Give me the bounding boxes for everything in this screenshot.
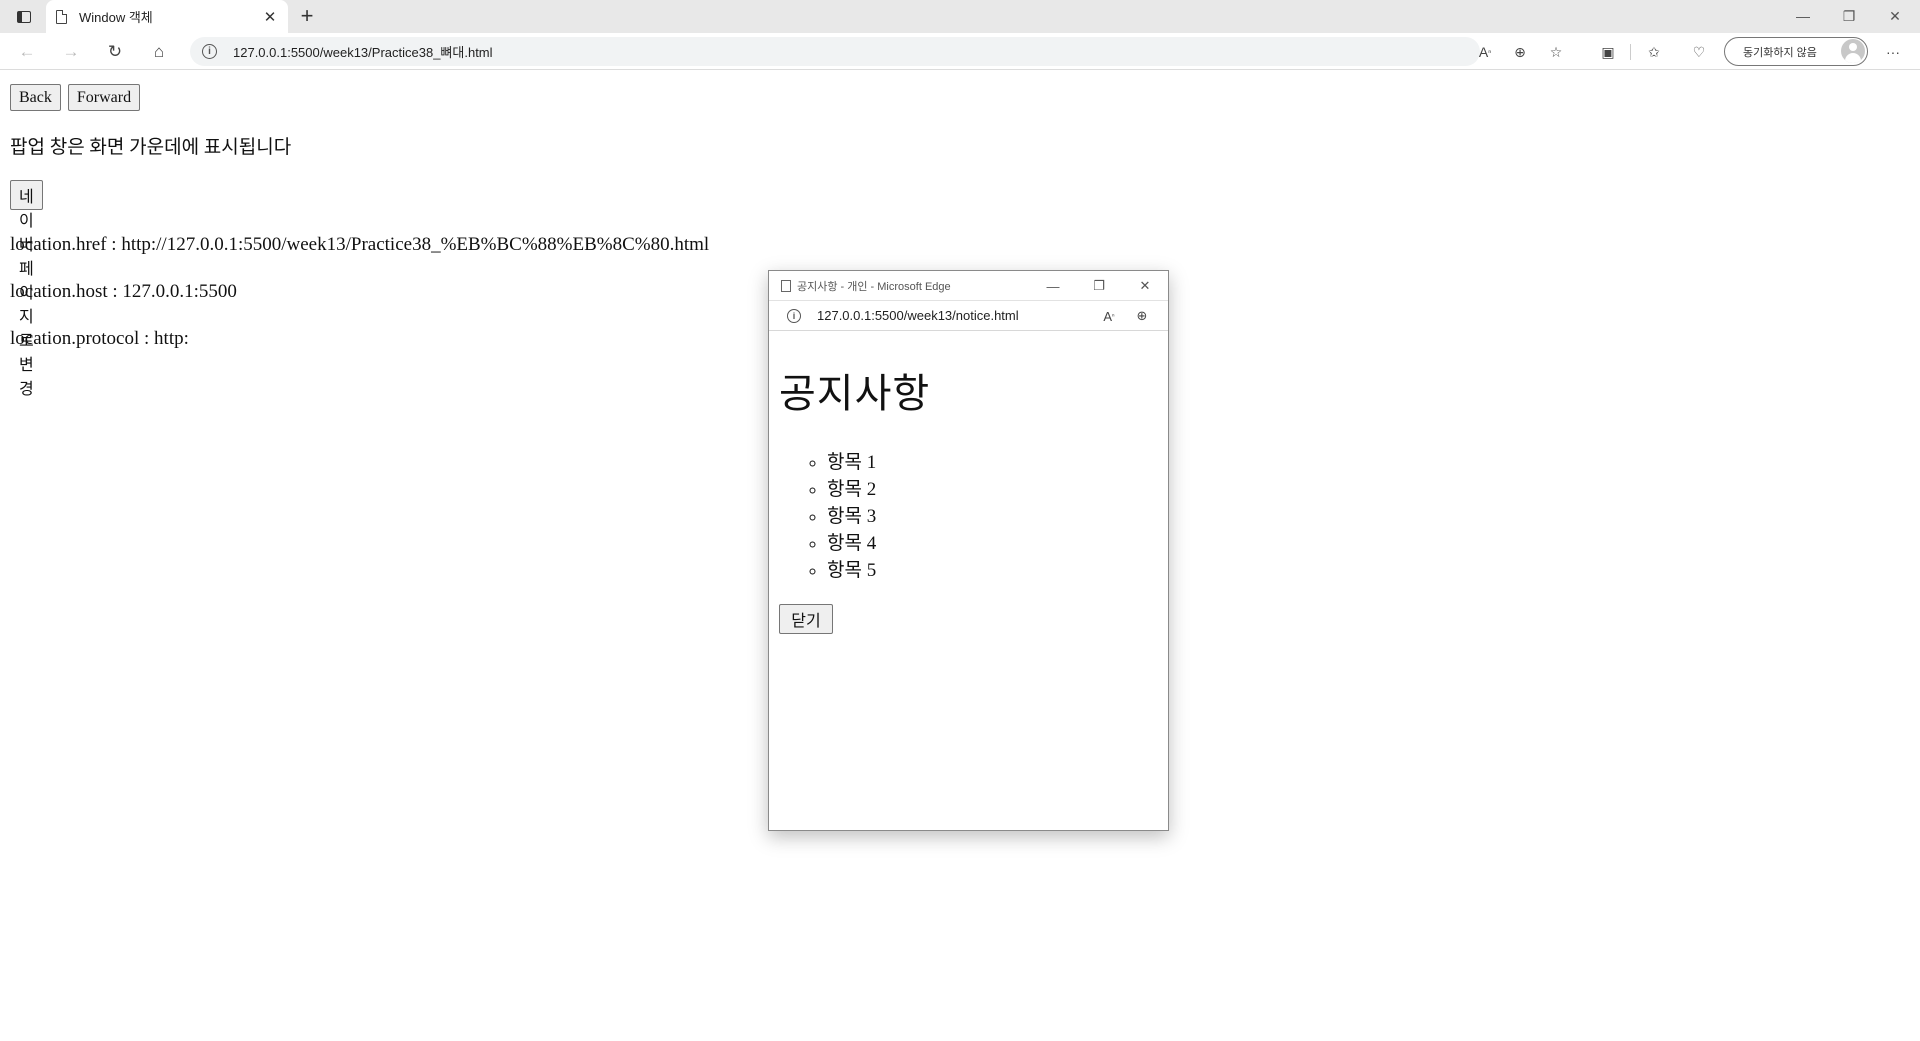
back-arrow-icon[interactable]: ← [14, 39, 40, 65]
popup-zoom-icon[interactable]: ⊕ [1132, 306, 1152, 326]
page-icon [56, 9, 67, 24]
restore-button[interactable]: ❐ [1826, 0, 1872, 32]
tab-close-icon[interactable]: ✕ [262, 8, 278, 26]
toolbar-divider [1630, 44, 1631, 60]
history-buttons: Back Forward [10, 84, 141, 111]
location-protocol-text: location.protocol : http: [10, 328, 189, 349]
popup-window-title: 공지사항 - 개인 - Microsoft Edge [797, 280, 951, 293]
notice-text: 팝업 창은 화면 가운데에 표시됩니다 [10, 137, 292, 158]
list-item: 항목 1 [827, 449, 1158, 476]
browser-essentials-icon[interactable]: ♡ [1688, 41, 1710, 63]
popup-minimize-button[interactable]: — [1041, 275, 1065, 297]
sidebar-toggle-icon[interactable] [12, 6, 36, 28]
list-item: 항목 4 [827, 530, 1158, 557]
read-aloud-icon[interactable]: Aⁿ [1474, 41, 1496, 63]
home-icon[interactable]: ⌂ [146, 39, 172, 65]
browser-toolbar: ← → ↻ ⌂ i 127.0.0.1:5500/week13/Practice… [0, 33, 1920, 70]
browser-titlebar: Window 객체 ✕ + — ❐ ✕ [0, 0, 1920, 33]
zoom-icon[interactable]: ⊕ [1509, 41, 1531, 63]
list-item: 항목 5 [827, 557, 1158, 584]
popup-restore-button[interactable]: ❐ [1087, 275, 1111, 297]
browser-tab[interactable]: Window 객체 ✕ [46, 0, 288, 33]
popup-window: 공지사항 - 개인 - Microsoft Edge — ❐ ✕ i 127.0… [768, 270, 1169, 831]
split-screen-icon[interactable]: ▣ [1597, 41, 1619, 63]
location-href-text: location.href : http://127.0.0.1:5500/we… [10, 234, 710, 255]
favorites-icon[interactable]: ✩ [1643, 41, 1665, 63]
popup-body: 공지사항 항목 1 항목 2 항목 3 항목 4 항목 5 닫기 [769, 361, 1168, 634]
popup-address-bar: i 127.0.0.1:5500/week13/notice.html Aⁿ ⊕ [769, 301, 1168, 331]
favorite-icon[interactable]: ☆ [1545, 41, 1567, 63]
new-tab-button[interactable]: + [295, 4, 319, 28]
address-bar[interactable]: i 127.0.0.1:5500/week13/Practice38_뼈대.ht… [190, 37, 1480, 66]
naver-page-button[interactable]: 네이버 페이지로 변경 [10, 180, 43, 398]
popup-close-window-button[interactable]: ✕ [1133, 275, 1157, 297]
popup-heading: 공지사항 [779, 371, 931, 416]
notice-list: 항목 1 항목 2 항목 3 항목 4 항목 5 [827, 449, 1158, 584]
back-button[interactable]: Back [10, 84, 61, 111]
tab-title: Window 객체 [79, 10, 153, 25]
profile-button[interactable]: 동기화하지 않음 [1724, 37, 1868, 66]
list-item: 항목 2 [827, 476, 1158, 503]
refresh-icon[interactable]: ↻ [102, 39, 128, 65]
list-item: 항목 3 [827, 503, 1158, 530]
window-close-button[interactable]: ✕ [1872, 0, 1918, 32]
minimize-button[interactable]: — [1780, 0, 1826, 32]
profile-label: 동기화하지 않음 [1743, 46, 1817, 59]
forward-arrow-icon[interactable]: → [58, 39, 84, 65]
address-url: 127.0.0.1:5500/week13/Practice38_뼈대.html [233, 45, 493, 60]
popup-read-aloud-icon[interactable]: Aⁿ [1099, 306, 1119, 326]
popup-url: 127.0.0.1:5500/week13/notice.html [817, 308, 1019, 323]
popup-site-info-icon[interactable]: i [787, 308, 801, 323]
site-info-icon[interactable]: i [202, 44, 217, 59]
popup-page-icon [781, 279, 791, 292]
forward-button[interactable]: Forward [67, 84, 141, 111]
more-menu-icon[interactable]: ··· [1882, 41, 1904, 63]
popup-close-button[interactable]: 닫기 [779, 604, 833, 634]
popup-titlebar: 공지사항 - 개인 - Microsoft Edge — ❐ ✕ [769, 271, 1168, 301]
avatar [1841, 39, 1865, 63]
location-host-text: location.host : 127.0.0.1:5500 [10, 281, 237, 302]
